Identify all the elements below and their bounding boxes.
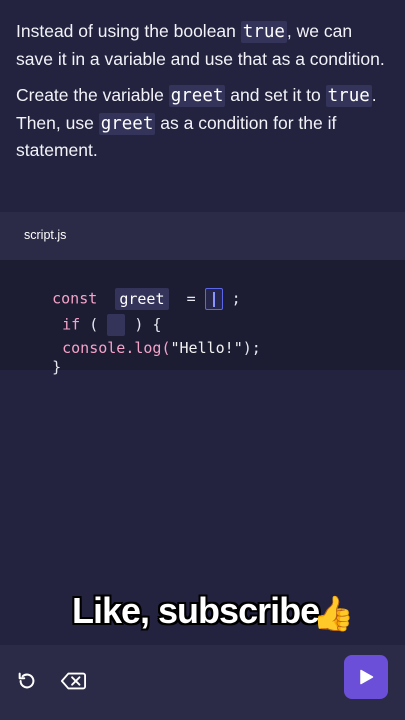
instruction-text: and set it to: [225, 85, 326, 105]
semicolon: ;: [231, 289, 241, 308]
inline-code-greet: greet: [168, 85, 226, 107]
code-line-4: }: [16, 340, 61, 394]
inline-code-greet: greet: [98, 112, 156, 135]
closing-brace: }: [52, 358, 62, 376]
code-line-3: console.log("Hello!");: [26, 321, 261, 375]
thumbs-up-icon: 👍: [312, 595, 355, 633]
instructions: Instead of using the boolean true, we ca…: [16, 18, 388, 174]
instruction-text: Instead of using the boolean: [16, 21, 241, 41]
run-button[interactable]: [344, 655, 388, 699]
play-icon: [360, 669, 374, 685]
instruction-paragraph-2: Create the variable greet and set it to …: [16, 82, 388, 164]
file-tab-bar: script.js: [0, 212, 405, 260]
file-tab-script-js[interactable]: script.js: [24, 228, 66, 242]
inline-code-true: true: [240, 21, 287, 43]
console-log-call: console.log(: [62, 339, 171, 357]
instruction-paragraph-1: Instead of using the boolean true, we ca…: [16, 18, 388, 72]
reset-icon: [18, 672, 35, 689]
like-subscribe-caption: Like, subscribe: [72, 590, 320, 631]
reset-button[interactable]: [12, 666, 42, 696]
string-literal: "Hello!": [170, 339, 243, 357]
inline-code-true: true: [325, 85, 372, 107]
active-code-slot[interactable]: [204, 288, 223, 310]
code-editor: const greet = ; if ( ) { console.log("He…: [0, 260, 405, 376]
text-cursor: [212, 292, 215, 307]
instruction-text: Create the variable: [16, 85, 169, 105]
backspace-icon: [60, 672, 86, 690]
backspace-button[interactable]: [58, 666, 88, 696]
operator-equals: =: [186, 289, 196, 308]
call-end: );: [242, 339, 261, 357]
